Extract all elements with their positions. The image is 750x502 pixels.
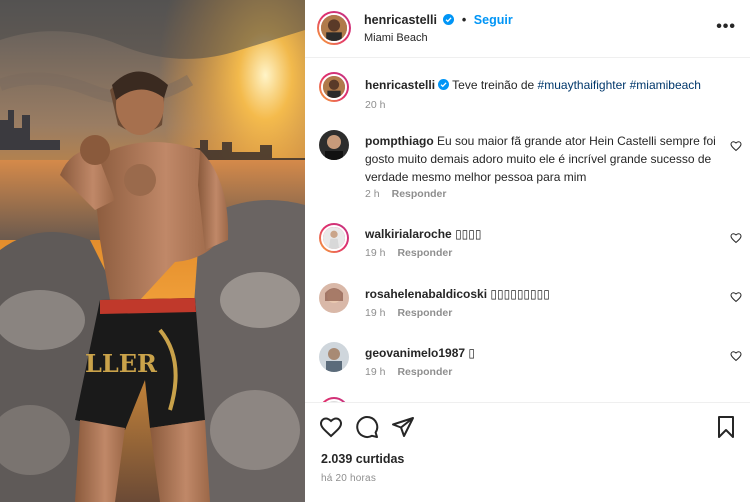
comment-item: walkirialaroche ▯▯▯▯ 19 h Responder [305,223,750,263]
comment-text: ▯▯▯▯ [455,227,482,241]
heart-icon[interactable] [319,415,343,439]
author-avatar[interactable] [317,11,351,45]
post-image: LLER [0,0,305,502]
comment-time: 19 h [365,307,386,319]
comment-text: ▯ [468,346,476,360]
caption-username[interactable]: henricastelli [365,78,435,92]
commenter-avatar-image [319,130,349,160]
author-avatar-image [321,15,347,41]
follow-button[interactable]: Seguir [474,13,513,27]
bookmark-icon[interactable] [714,415,738,439]
comment-item: pompthiago Eu sou maior fã grande ator H… [305,130,750,200]
comment-text-line: rosahelenabaldicoski ▯▯▯▯▯▯▯▯▯ [365,285,720,303]
likes-count[interactable]: 2.039 curtidas [321,452,404,466]
commenter-avatar[interactable] [319,130,349,160]
post-location[interactable]: Miami Beach [364,32,428,44]
caption-avatar-image [323,76,345,98]
caption-text-line: henricastelli Teve treinão de #muaythaif… [365,76,720,94]
caption-time: 20 h [365,99,386,111]
reply-button[interactable]: Responder [397,307,452,319]
hashtag-muaythaifighter[interactable]: #muaythaifighter [538,78,627,92]
post-header: henricastelli • Seguir Miami Beach ••• [305,0,750,58]
comment-meta: 19 h Responder [365,247,452,259]
comment-text: ▯▯▯▯▯▯▯▯▯ [490,287,550,301]
comment-username[interactable]: pompthiago [365,134,434,148]
comment-time: 19 h [365,366,386,378]
comment-text-line: geovanimelo1987 ▯ [365,344,720,362]
author-line: henricastelli • Seguir [364,13,513,27]
commenter-avatar-image [319,342,349,372]
heart-icon[interactable] [730,291,742,303]
comment-item: geovanimelo1987 ▯ 19 h Responder [305,342,750,382]
commenter-avatar[interactable] [319,283,349,313]
svg-text:LLER: LLER [85,349,158,378]
comment-meta: 19 h Responder [365,307,452,319]
reply-button[interactable]: Responder [397,247,452,259]
comment-text-line: pompthiago Eu sou maior fã grande ator H… [365,132,720,186]
post-photo[interactable]: LLER [0,0,305,502]
comment-meta: 19 h Responder [365,366,452,378]
comment-username[interactable]: rosahelenabaldicoski [365,287,487,301]
author-username[interactable]: henricastelli [364,13,437,27]
comment-icon[interactable] [355,415,379,439]
verified-badge-icon [443,14,455,25]
heart-icon[interactable] [730,350,742,362]
send-icon[interactable] [391,415,415,439]
post-panel: henricastelli • Seguir Miami Beach ••• h… [305,0,750,502]
reply-button[interactable]: Responder [397,366,452,378]
comment-item: rosahelenabaldicoski ▯▯▯▯▯▯▯▯▯ 19 h Respo… [305,283,750,323]
commenter-avatar-image [323,227,345,249]
commenter-avatar-image [319,283,349,313]
heart-icon[interactable] [730,232,742,244]
verified-badge-icon [438,79,450,90]
more-options-icon[interactable]: ••• [716,18,736,36]
comments-list[interactable]: henricastelli Teve treinão de #muaythaif… [305,58,750,402]
comment-username[interactable]: walkirialaroche [365,227,452,241]
comment-username[interactable]: geovanimelo1987 [365,346,465,360]
heart-icon[interactable] [730,140,742,152]
hashtag-miamibeach[interactable]: #miamibeach [630,78,701,92]
caption: henricastelli Teve treinão de #muaythaif… [305,72,750,122]
reply-button[interactable]: Responder [392,188,447,200]
separator-dot: • [461,13,467,27]
caption-text: Teve treinão de [452,78,538,92]
commenter-avatar[interactable] [319,342,349,372]
post-timestamp: há 20 horas [321,473,377,484]
comment-time: 19 h [365,247,386,259]
comment-time: 2 h [365,188,380,200]
caption-avatar[interactable] [319,72,349,102]
post-actions: 2.039 curtidas há 20 horas [305,402,750,502]
comment-meta: 2 h Responder [365,188,446,200]
comment-text-line: walkirialaroche ▯▯▯▯ [365,225,720,243]
commenter-avatar[interactable] [319,223,349,253]
